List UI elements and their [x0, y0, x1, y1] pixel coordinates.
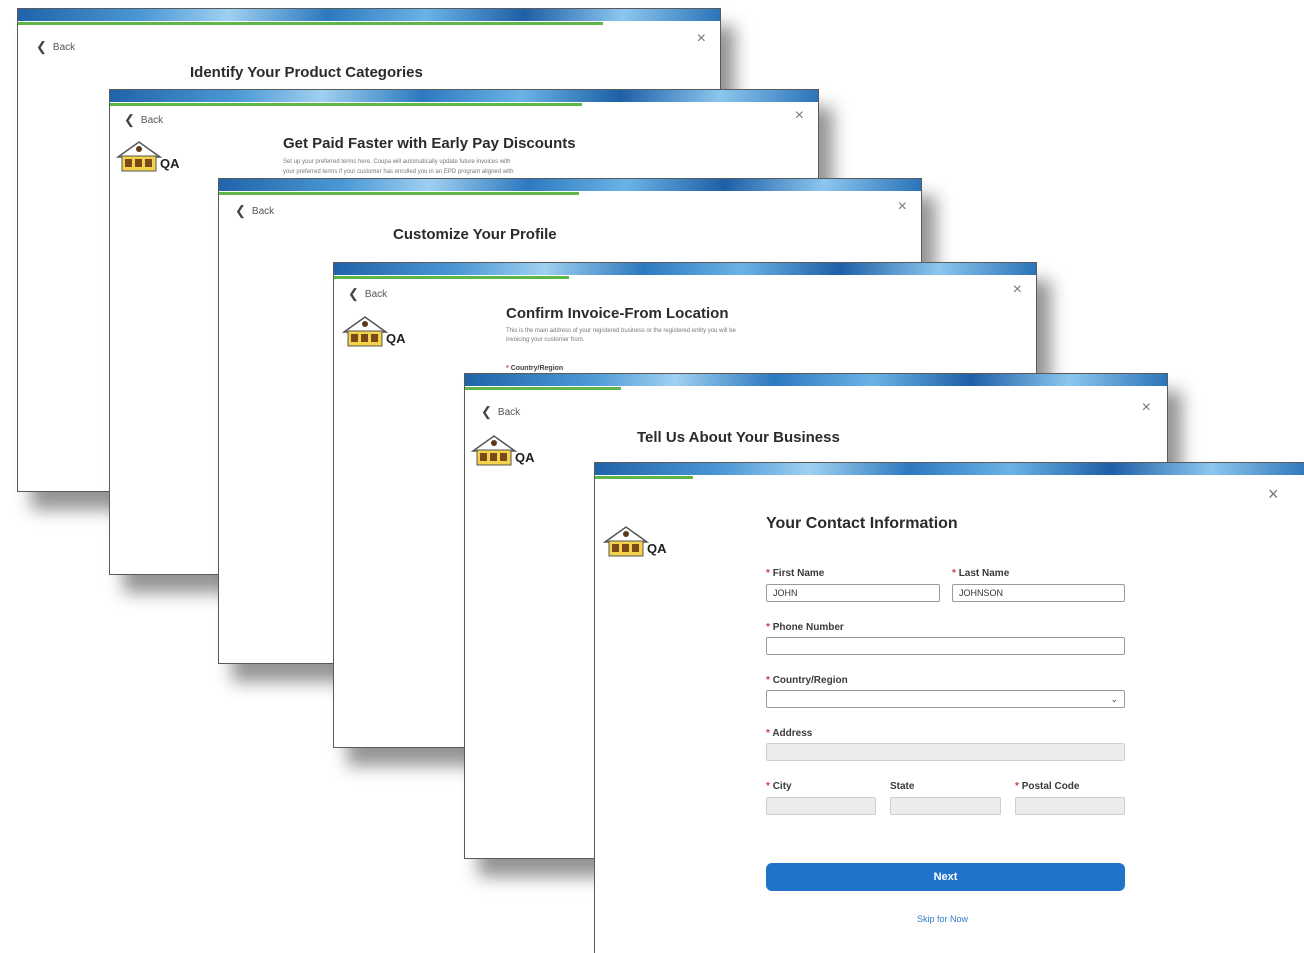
city-input[interactable]: [766, 797, 876, 815]
close-icon[interactable]: ×: [1142, 400, 1151, 416]
state-input[interactable]: [890, 797, 1001, 815]
modal-contact-information: × QA Your Contact Information * First Na…: [594, 462, 1304, 953]
phone-number-label-text: Phone Number: [772, 622, 844, 633]
logo-text: QA: [160, 156, 180, 171]
back-label: Back: [364, 288, 388, 300]
required-mark: *: [952, 568, 956, 579]
required-mark: *: [766, 728, 770, 739]
logo-text: QA: [515, 450, 535, 465]
modal-title: Identify Your Product Categories: [190, 64, 423, 81]
back-label: Back: [52, 41, 76, 53]
close-icon[interactable]: ×: [795, 108, 804, 124]
progress-bar: [465, 387, 621, 390]
back-chevron-icon: ❮: [124, 112, 135, 127]
back-button[interactable]: ❮ Back: [36, 39, 75, 55]
modal-title: Get Paid Faster with Early Pay Discounts: [283, 135, 576, 152]
back-button[interactable]: ❮ Back: [348, 286, 387, 302]
city-label-text: City: [772, 781, 792, 792]
progress-bar: [219, 192, 579, 195]
postal-code-input[interactable]: [1015, 797, 1125, 815]
country-region-label-text: Country/Region: [772, 675, 848, 686]
chevron-down-icon: ⌄: [1110, 694, 1118, 704]
progress-bar: [18, 22, 603, 25]
company-logo: QA: [341, 315, 412, 355]
modal-description-line-2: your preferred terms if your customer ha…: [283, 169, 514, 175]
back-label: Back: [140, 114, 164, 126]
header-banner: [110, 90, 818, 102]
modal-title: Tell Us About Your Business: [637, 429, 840, 446]
logo-text: QA: [386, 331, 406, 346]
required-mark: *: [766, 568, 770, 579]
company-logo: QA: [115, 140, 186, 180]
form-title: Your Contact Information: [766, 515, 958, 532]
address-input[interactable]: [766, 743, 1125, 761]
company-logo-icon: [602, 526, 650, 557]
country-region-select[interactable]: ⌄: [766, 690, 1125, 708]
back-label: Back: [251, 205, 275, 217]
state-label: State: [890, 781, 914, 792]
close-icon[interactable]: ×: [1013, 282, 1022, 298]
modal-description-line-1: This is the main address of your registe…: [506, 328, 736, 334]
header-banner: [465, 374, 1167, 386]
header-banner: [219, 179, 921, 191]
required-mark: *: [506, 365, 509, 372]
first-name-label-text: First Name: [772, 568, 825, 579]
last-name-label-text: Last Name: [958, 568, 1010, 579]
company-logo-icon: [115, 141, 163, 172]
company-logo-icon: [341, 316, 389, 347]
progress-bar: [334, 276, 569, 279]
back-chevron-icon: ❮: [481, 404, 492, 419]
close-icon[interactable]: ×: [898, 199, 907, 215]
skip-for-now-link[interactable]: Skip for Now: [917, 914, 968, 924]
back-chevron-icon: ❮: [235, 203, 246, 218]
city-label: * City: [766, 781, 792, 792]
header-banner: [334, 263, 1036, 275]
last-name-label: * Last Name: [952, 568, 1009, 579]
required-mark: *: [1015, 781, 1019, 792]
company-logo-icon: [470, 435, 518, 466]
back-chevron-icon: ❮: [36, 39, 47, 54]
back-button[interactable]: ❮ Back: [124, 112, 163, 128]
back-label: Back: [497, 406, 521, 418]
country-region-label-text: Country/Region: [510, 365, 564, 372]
first-name-input[interactable]: [766, 584, 940, 602]
postal-code-label-text: Postal Code: [1021, 781, 1080, 792]
country-region-label: * Country/Region: [506, 365, 563, 372]
phone-number-input[interactable]: [766, 637, 1125, 655]
country-region-label: * Country/Region: [766, 675, 848, 686]
header-banner: [18, 9, 720, 21]
progress-bar: [110, 103, 582, 106]
required-mark: *: [766, 622, 770, 633]
next-button[interactable]: Next: [766, 863, 1125, 891]
logo-text: QA: [647, 541, 667, 556]
state-label-text: State: [890, 781, 915, 792]
close-icon[interactable]: ×: [1268, 485, 1279, 503]
back-chevron-icon: ❮: [348, 286, 359, 301]
company-logo: QA: [470, 434, 541, 474]
back-button[interactable]: ❮ Back: [481, 404, 520, 420]
close-icon[interactable]: ×: [697, 31, 706, 47]
postal-code-label: * Postal Code: [1015, 781, 1079, 792]
progress-bar: [595, 476, 693, 479]
required-mark: *: [766, 781, 770, 792]
company-logo: QA: [602, 525, 673, 565]
modal-description-line-2: invoicing your customer from.: [506, 337, 585, 343]
first-name-label: * First Name: [766, 568, 824, 579]
address-label: * Address: [766, 728, 812, 739]
back-button[interactable]: ❮ Back: [235, 203, 274, 219]
required-mark: *: [766, 675, 770, 686]
phone-number-label: * Phone Number: [766, 622, 844, 633]
last-name-input[interactable]: [952, 584, 1125, 602]
modal-description-line-1: Set up your preferred terms here. Coupa …: [283, 159, 511, 165]
modal-title: Customize Your Profile: [393, 226, 557, 243]
address-label-text: Address: [772, 728, 813, 739]
modal-title: Confirm Invoice-From Location: [506, 305, 729, 322]
header-banner: [595, 463, 1304, 475]
